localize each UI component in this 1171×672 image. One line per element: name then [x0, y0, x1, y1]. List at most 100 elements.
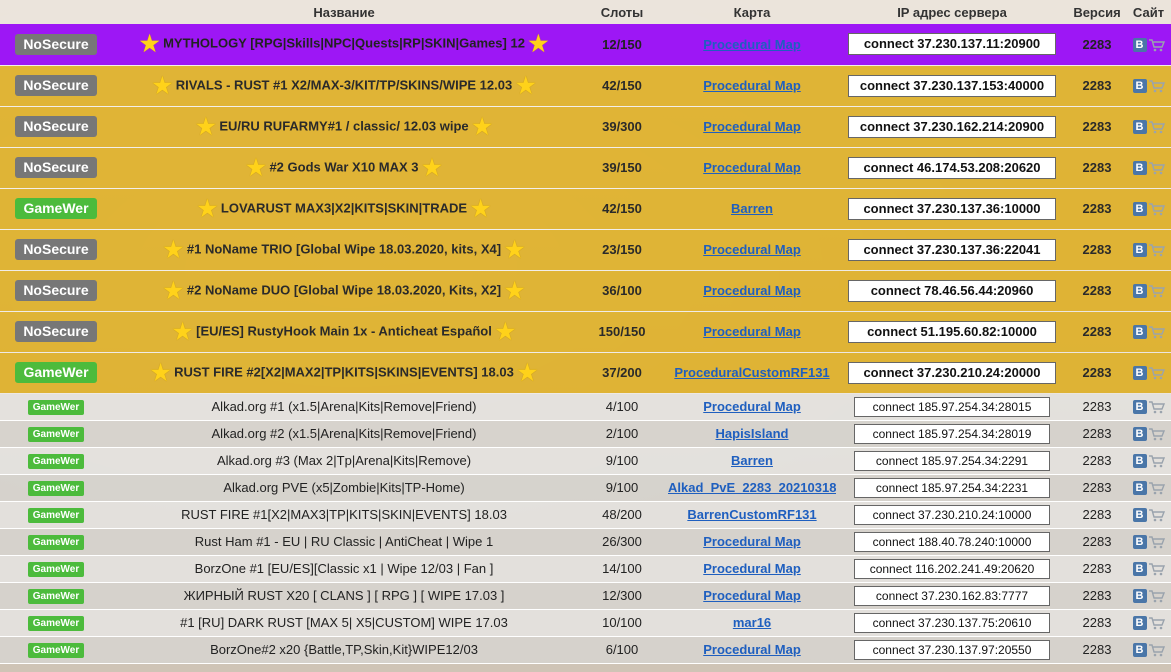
vk-icon[interactable]: B	[1132, 508, 1147, 523]
server-name[interactable]: #1 [RU] DARK RUST [MAX 5| X5|CUSTOM] WIP…	[180, 615, 508, 630]
connect-field[interactable]: connect 185.97.254.34:2231	[854, 477, 1050, 498]
vk-icon[interactable]: B	[1132, 427, 1147, 442]
cart-icon[interactable]	[1148, 326, 1165, 339]
server-name[interactable]: #2 NoName DUO [Global Wipe 18.03.2020, K…	[187, 282, 501, 297]
map-link[interactable]: Procedural Map	[703, 78, 801, 93]
cart-icon[interactable]	[1148, 244, 1165, 257]
server-row[interactable]: GameWer ЖИРНЫЙ RUST X20 [ CLANS ] [ RPG …	[0, 582, 1171, 610]
server-row[interactable]: GameWer Alkad.org #1 (x1.5|Arena|Kits|Re…	[0, 393, 1171, 421]
map-link[interactable]: Procedural Map	[703, 324, 801, 339]
premium-server-row[interactable]: GameWer ★ RUST FIRE #2[X2|MAX2|TP|KITS|SK…	[0, 352, 1171, 394]
server-row[interactable]: GameWer BorzOne #1 [EU/ES][Classic x1 | …	[0, 555, 1171, 583]
header-name[interactable]: Название	[112, 0, 576, 24]
vk-icon[interactable]: B	[1132, 481, 1147, 496]
server-name[interactable]: BorzOne #1 [EU/ES][Classic x1 | Wipe 12/…	[195, 561, 494, 576]
map-link[interactable]: Procedural Map	[703, 399, 801, 414]
server-row[interactable]: GameWer RUST FIRE #1[X2|MAX3|TP|KITS|SKI…	[0, 501, 1171, 529]
vk-icon[interactable]: B	[1132, 562, 1147, 577]
cart-icon[interactable]	[1148, 285, 1165, 298]
vk-icon[interactable]: B	[1132, 243, 1147, 258]
vk-icon[interactable]: B	[1132, 79, 1147, 94]
server-name[interactable]: Rust Ham #1 - EU | RU Classic | AntiChea…	[195, 534, 493, 549]
map-link[interactable]: Procedural Map	[703, 242, 801, 257]
vk-icon[interactable]: B	[1132, 535, 1147, 550]
connect-field[interactable]: connect 185.97.254.34:28019	[854, 423, 1050, 444]
cart-icon[interactable]	[1148, 644, 1165, 657]
premium-server-row[interactable]: NoSecure ★ RIVALS - RUST #1 X2/MAX-3/KIT/…	[0, 65, 1171, 107]
cart-icon[interactable]	[1148, 428, 1165, 441]
cart-icon[interactable]	[1148, 482, 1165, 495]
cart-icon[interactable]	[1148, 121, 1165, 134]
server-row[interactable]: GameWer Alkad.org PVE (x5|Zombie|Kits|TP…	[0, 474, 1171, 502]
cart-icon[interactable]	[1148, 203, 1165, 216]
map-link[interactable]: Barren	[731, 201, 773, 216]
connect-field[interactable]: connect 37.230.162.214:20900	[848, 115, 1056, 138]
vk-icon[interactable]: B	[1132, 120, 1147, 135]
map-link[interactable]: Alkad_PvE_2283_20210318	[668, 480, 836, 495]
premium-server-row[interactable]: NoSecure ★ EU/RU RUFARMY#1 / classic/ 12.…	[0, 106, 1171, 148]
connect-field[interactable]: connect 37.230.137.36:10000	[848, 197, 1056, 220]
vk-icon[interactable]: B	[1132, 38, 1147, 53]
map-link[interactable]: Barren	[731, 453, 773, 468]
premium-server-row[interactable]: NoSecure ★ MYTHOLOGY [RPG|Skills|NPC|Ques…	[0, 24, 1171, 66]
server-name[interactable]: RUST FIRE #1[X2|MAX3|TP|KITS|SKIN|EVENTS…	[181, 507, 507, 522]
cart-icon[interactable]	[1148, 367, 1165, 380]
server-name[interactable]: Alkad.org #2 (x1.5|Arena|Kits|Remove|Fri…	[212, 426, 477, 441]
connect-field[interactable]: connect 37.230.137.75:20610	[854, 612, 1050, 633]
vk-icon[interactable]: B	[1132, 589, 1147, 604]
server-name[interactable]: EU/RU RUFARMY#1 / classic/ 12.03 wipe	[219, 118, 468, 133]
server-name[interactable]: Alkad.org #1 (x1.5|Arena|Kits|Remove|Fri…	[212, 399, 477, 414]
connect-field[interactable]: connect 185.97.254.34:28015	[854, 396, 1050, 417]
server-name[interactable]: Alkad.org PVE (x5|Zombie|Kits|TP-Home)	[223, 480, 464, 495]
header-ip[interactable]: IP адрес сервера	[836, 0, 1068, 24]
map-link[interactable]: Procedural Map	[703, 534, 801, 549]
header-version[interactable]: Версия	[1068, 0, 1126, 24]
map-link[interactable]: Procedural Map	[703, 642, 801, 657]
cart-icon[interactable]	[1148, 617, 1165, 630]
server-name[interactable]: #1 NoName TRIO [Global Wipe 18.03.2020, …	[187, 241, 501, 256]
connect-field[interactable]: connect 185.97.254.34:2291	[854, 450, 1050, 471]
server-name[interactable]: #2 Gods War X10 MAX 3	[269, 159, 418, 174]
map-link[interactable]: Procedural Map	[703, 588, 801, 603]
connect-field[interactable]: connect 37.230.162.83:7777	[854, 585, 1050, 606]
vk-icon[interactable]: B	[1132, 643, 1147, 658]
server-name[interactable]: BorzOne#2 x20 {Battle,TP,Skin,Kit}WIPE12…	[210, 642, 478, 657]
header-site[interactable]: Сайт	[1126, 0, 1171, 24]
connect-field[interactable]: connect 46.174.53.208:20620	[848, 156, 1056, 179]
map-link[interactable]: Procedural Map	[703, 283, 801, 298]
header-slots[interactable]: Слоты	[576, 0, 668, 24]
cart-icon[interactable]	[1148, 563, 1165, 576]
map-link[interactable]: Procedural Map	[703, 37, 801, 52]
map-link[interactable]: Procedural Map	[703, 561, 801, 576]
vk-icon[interactable]: B	[1132, 400, 1147, 415]
connect-field[interactable]: connect 51.195.60.82:10000	[848, 320, 1056, 343]
server-name[interactable]: RIVALS - RUST #1 X2/MAX-3/KIT/TP/SKINS/W…	[176, 77, 512, 92]
server-row[interactable]: GameWer #1 [RU] DARK RUST [MAX 5| X5|CUS…	[0, 609, 1171, 637]
vk-icon[interactable]: B	[1132, 616, 1147, 631]
cart-icon[interactable]	[1148, 38, 1165, 52]
map-link[interactable]: mar16	[733, 615, 771, 630]
connect-field[interactable]: connect 37.230.137.153:40000	[848, 74, 1056, 97]
map-link[interactable]: BarrenCustomRF131	[687, 507, 816, 522]
cart-icon[interactable]	[1148, 455, 1165, 468]
connect-field[interactable]: connect 37.230.137.97:20550	[854, 639, 1050, 660]
server-row[interactable]: GameWer Rust Ham #1 - EU | RU Classic | …	[0, 528, 1171, 556]
cart-icon[interactable]	[1148, 80, 1165, 93]
map-link[interactable]: ProceduralCustomRF131	[674, 365, 829, 380]
server-row[interactable]: GameWer BorzOne#2 x20 {Battle,TP,Skin,Ki…	[0, 636, 1171, 664]
map-link[interactable]: Procedural Map	[703, 160, 801, 175]
server-name[interactable]: RUST FIRE #2[X2|MAX2|TP|KITS|SKINS|EVENT…	[174, 364, 514, 379]
connect-field[interactable]: connect 188.40.78.240:10000	[854, 531, 1050, 552]
server-name[interactable]: [EU/ES] RustyHook Main 1x - Anticheat Es…	[196, 323, 492, 338]
premium-server-row[interactable]: NoSecure ★ [EU/ES] RustyHook Main 1x - An…	[0, 311, 1171, 353]
vk-icon[interactable]: B	[1132, 454, 1147, 469]
server-name[interactable]: MYTHOLOGY [RPG|Skills|NPC|Quests|RP|SKIN…	[163, 36, 525, 51]
cart-icon[interactable]	[1148, 536, 1165, 549]
connect-field[interactable]: connect 37.230.210.24:20000	[848, 361, 1056, 384]
map-link[interactable]: HapisIsland	[716, 426, 789, 441]
connect-field[interactable]: connect 78.46.56.44:20960	[848, 279, 1056, 302]
premium-server-row[interactable]: NoSecure ★ #2 NoName DUO [Global Wipe 18.…	[0, 270, 1171, 312]
vk-icon[interactable]: B	[1132, 366, 1147, 381]
cart-icon[interactable]	[1148, 401, 1165, 414]
vk-icon[interactable]: B	[1132, 325, 1147, 340]
